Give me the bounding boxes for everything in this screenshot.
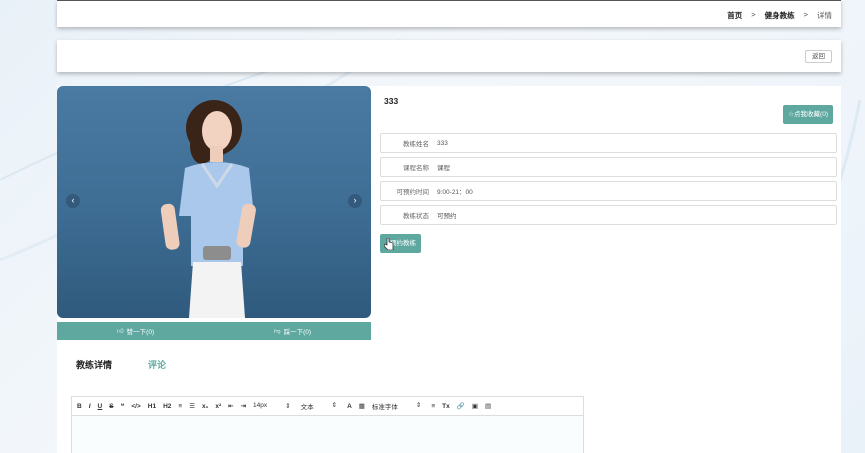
field-coach-status: 教练状态 可预约 [380,205,837,225]
rich-text-editor[interactable]: B I U S ❝ </> H1 H2 ≡ ☰ x₁ x² ⇤ ⇥ 14px ⇕ … [71,396,584,453]
breadcrumb: 首页 > 健身教练 > 详情 [727,10,832,21]
page-title: 333 [384,96,399,106]
favorite-button[interactable]: ☆点我收藏(0) [783,105,833,124]
bullet-list-button[interactable]: ☰ [189,402,195,410]
field-label: 教练姓名 [403,141,429,148]
breadcrumb-separator: > [751,10,756,19]
strike-button[interactable]: S [109,403,113,410]
underline-button[interactable]: U [98,403,103,410]
breadcrumb-current: 详情 [817,11,832,20]
back-button[interactable]: 返回 [805,50,832,63]
format-value: 文本 [300,404,314,411]
dislike-label: 踩一下(0) [283,329,312,336]
thumbs-down-icon: 👎︎ [273,328,281,335]
back-panel: 返回 [57,40,841,72]
thumbs-up-icon: 👍︎ [116,328,124,335]
chevron-updown-icon: ⇕ [415,402,422,409]
chevron-updown-icon: ⇕ [331,402,338,409]
field-label: 教练状态 [403,213,429,220]
editor-toolbar: B I U S ❝ </> H1 H2 ≡ ☰ x₁ x² ⇤ ⇥ 14px ⇕ … [72,397,583,416]
field-label: 课程名称 [403,165,429,172]
field-available-time: 可预约时间 9:00-21：00 [380,181,837,201]
image-button[interactable]: ▣ [472,402,478,410]
like-button[interactable]: 👍︎ 赞一下(0) [57,322,214,340]
h1-button[interactable]: H1 [148,403,156,410]
font-family-value: 标准字体 [371,404,398,411]
text-color-button[interactable]: A [347,403,352,410]
chevron-updown-icon: ⇕ [285,403,291,410]
coach-photo [160,100,256,318]
font-family-select[interactable]: 标准字体 ⇕ [372,401,421,411]
clear-format-button[interactable]: Tx [442,403,450,410]
outdent-button[interactable]: ⇤ [228,402,233,410]
align-button[interactable]: ≡ [431,403,435,410]
breadcrumb-section[interactable]: 健身教练 [765,10,795,21]
indent-button[interactable]: ⇥ [241,402,246,410]
carousel-prev-button[interactable]: ‹ [66,194,80,208]
video-button[interactable]: ▤ [485,402,491,410]
background-color-icon[interactable]: ▦ [359,402,365,410]
tab-coach-detail[interactable]: 教练详情 [76,358,112,371]
field-label: 可预约时间 [396,189,430,196]
field-value: 333 [437,139,448,147]
field-value: 课程 [437,165,450,172]
quote-button[interactable]: ❝ [121,402,125,410]
italic-button[interactable]: I [89,403,91,410]
carousel-next-button[interactable]: › [348,194,362,208]
like-label: 赞一下(0) [126,329,155,336]
superscript-button[interactable]: x² [215,403,221,410]
field-value: 9:00-21：00 [437,189,473,196]
code-button[interactable]: </> [131,403,140,410]
main-panel: ‹ › 👍︎ 赞一下(0) 👎︎ 踩一下(0) 333 ☆点我收藏(0) 教练姓… [57,86,841,453]
breadcrumb-home[interactable]: 首页 [727,10,742,21]
ordered-list-button[interactable]: ≡ [178,403,182,410]
breadcrumb-panel: 首页 > 健身教练 > 详情 [57,0,841,27]
font-size-value: 14px [253,402,268,409]
subscript-button[interactable]: x₁ [202,403,208,410]
vote-bar: 👍︎ 赞一下(0) 👎︎ 踩一下(0) [57,322,371,340]
font-size-select[interactable]: 14px ⇕ [253,402,291,410]
editor-content-area[interactable] [72,416,583,453]
link-button[interactable]: 🔗 [457,402,465,410]
detail-tabs: 教练详情 评论 [76,358,166,371]
field-course-name: 课程名称 课程 [380,157,837,177]
image-carousel[interactable]: ‹ › [57,86,371,318]
tab-comments[interactable]: 评论 [148,358,166,371]
dislike-button[interactable]: 👎︎ 踩一下(0) [214,322,371,340]
breadcrumb-separator: > [803,10,808,19]
field-coach-name: 教练姓名 333 [380,133,837,153]
field-value: 可预约 [437,213,457,220]
h2-button[interactable]: H2 [163,403,171,410]
hand-cursor-icon [384,238,394,250]
format-select[interactable]: 文本 ⇕ [301,401,337,411]
bold-button[interactable]: B [77,403,82,410]
